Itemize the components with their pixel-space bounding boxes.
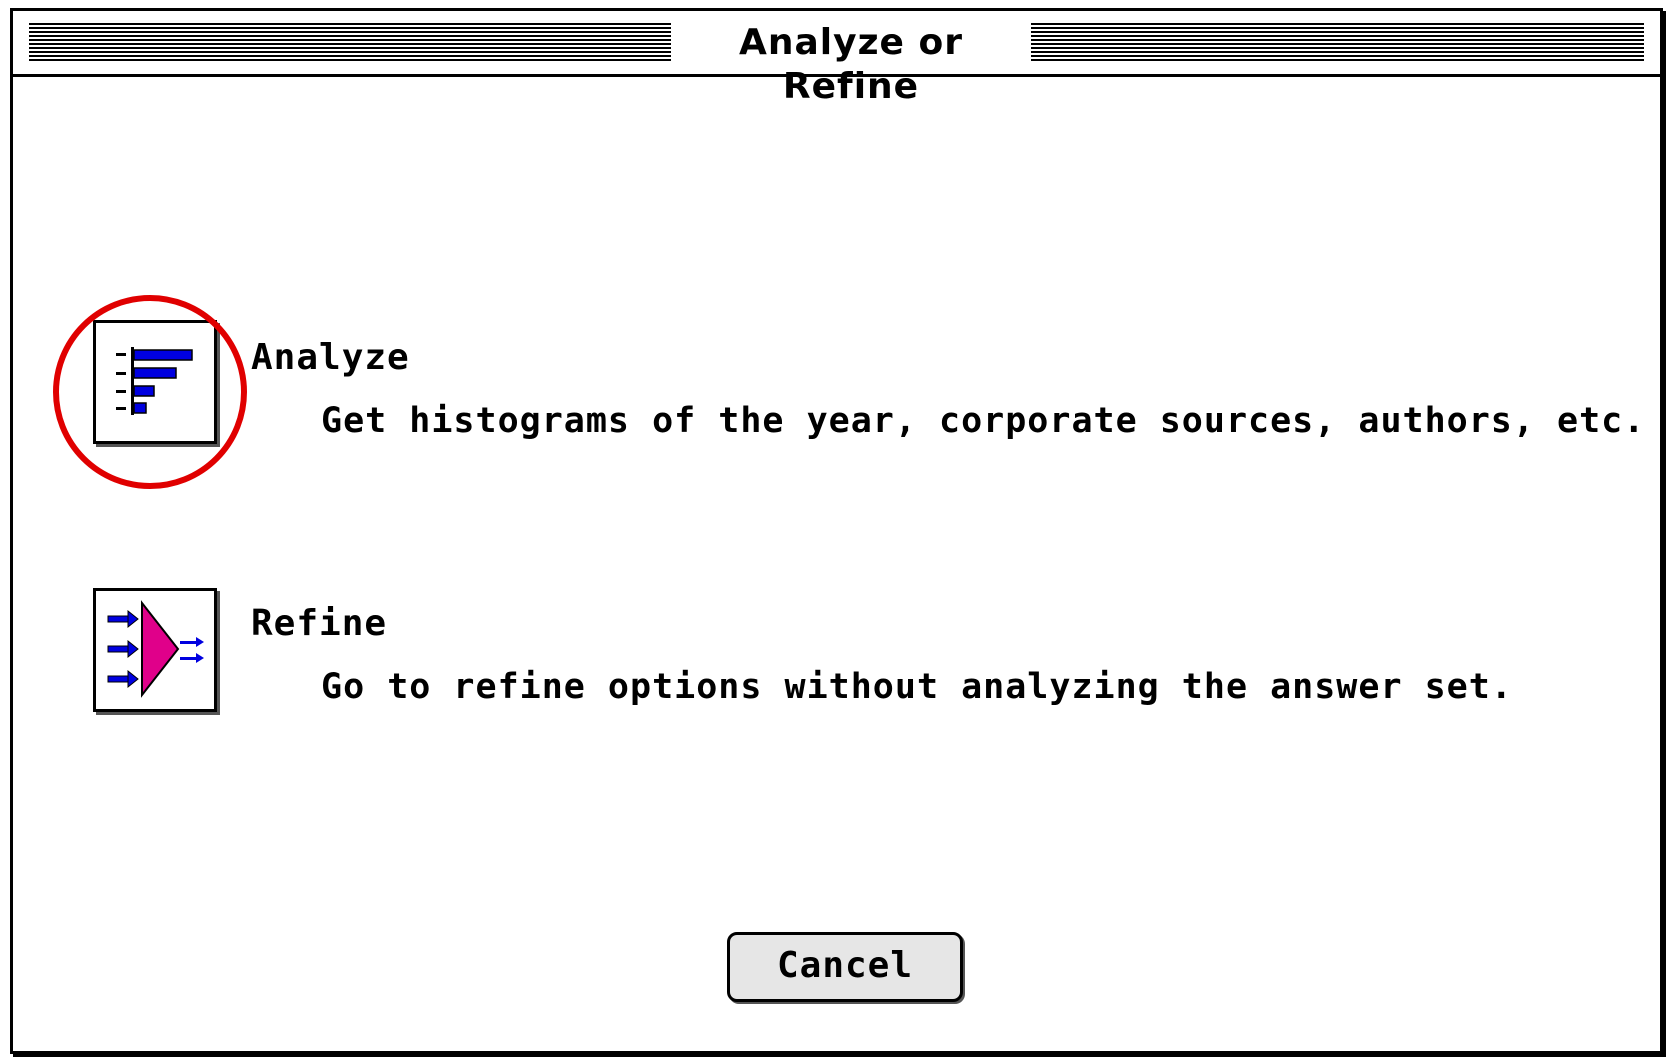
analyze-description: Get histograms of the year, corporate so… [321, 401, 1646, 441]
title-bar[interactable]: Analyze or Refine [13, 11, 1660, 107]
analyze-label: Analyze [251, 337, 410, 378]
title-bar-stripes-right [1031, 23, 1644, 61]
refine-label: Refine [251, 603, 388, 644]
refine-button[interactable] [93, 588, 217, 712]
title-bar-stripes-left [29, 23, 671, 61]
histogram-icon [116, 347, 193, 415]
refine-description: Go to refine options without analyzing t… [321, 667, 1513, 707]
analyze-or-refine-dialog: Analyze or Refine Analyze Get histograms… [10, 8, 1663, 1054]
analyze-button[interactable] [93, 320, 217, 444]
cancel-button[interactable]: Cancel [727, 932, 963, 1002]
window-title: Analyze or Refine [671, 21, 1031, 107]
refine-funnel-icon [107, 600, 204, 698]
